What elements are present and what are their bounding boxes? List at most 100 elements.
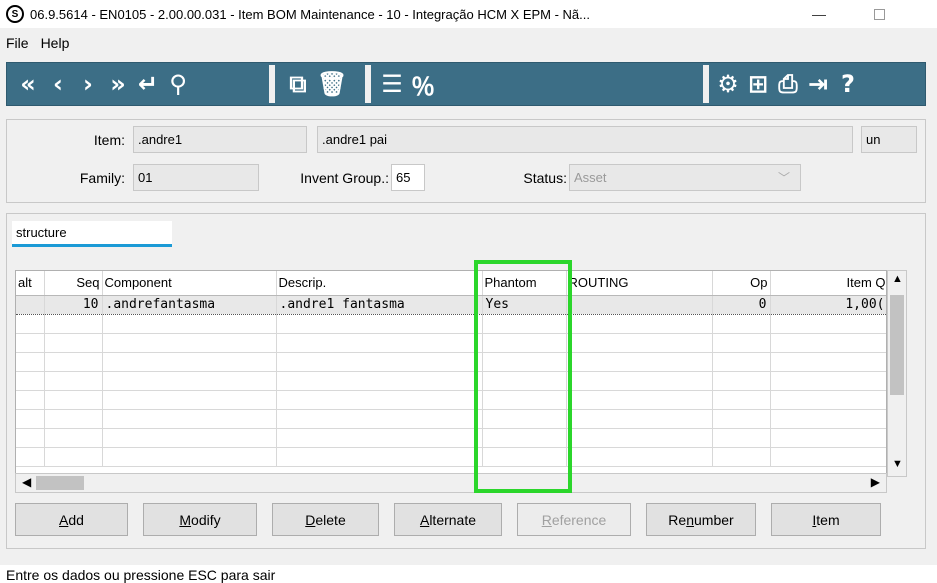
table-cell[interactable] (712, 352, 771, 372)
table-cell[interactable] (276, 314, 483, 334)
scroll-right-icon[interactable]: ▶ (871, 475, 880, 489)
col-header-op[interactable]: Op (712, 271, 771, 296)
col-header-routing[interactable]: ROUTING (566, 271, 713, 296)
table-cell[interactable] (276, 352, 483, 372)
horizontal-scrollbar[interactable]: ◀ ▶ (15, 473, 887, 493)
col-header-phantom[interactable]: Phantom (482, 271, 567, 296)
copy-icon[interactable]: ⧉ (283, 67, 313, 101)
table-cell[interactable] (482, 390, 567, 410)
cell-op[interactable]: 0 (712, 294, 771, 315)
table-cell[interactable] (566, 352, 713, 372)
maximize-button[interactable] (856, 0, 902, 28)
table-cell[interactable] (44, 390, 103, 410)
table-cell[interactable] (102, 352, 277, 372)
settings-sliders-icon[interactable]: ⚙ (713, 67, 743, 101)
col-header-alt[interactable]: alt (16, 271, 45, 296)
scroll-thumb[interactable] (890, 295, 904, 395)
table-row[interactable] (16, 428, 886, 448)
table-cell[interactable] (770, 333, 886, 353)
table-cell[interactable] (16, 314, 45, 334)
table-cell[interactable] (566, 314, 713, 334)
cell-phantom[interactable]: Yes (482, 294, 567, 315)
table-cell[interactable] (276, 447, 483, 467)
unit-field[interactable]: un (861, 126, 917, 153)
table-cell[interactable] (276, 409, 483, 429)
table-cell[interactable] (712, 371, 771, 391)
table-cell[interactable] (102, 371, 277, 391)
table-cell[interactable] (102, 314, 277, 334)
table-cell[interactable] (44, 428, 103, 448)
table-cell[interactable] (44, 352, 103, 372)
col-header-descrip[interactable]: Descrip. (276, 271, 483, 296)
table-cell[interactable] (712, 428, 771, 448)
next-record-icon[interactable]: › (73, 67, 103, 101)
scroll-left-icon[interactable]: ◀ (22, 475, 31, 489)
table-cell[interactable] (102, 333, 277, 353)
table-cell[interactable] (16, 447, 45, 467)
cell-alt[interactable] (16, 294, 45, 315)
table-cell[interactable] (566, 447, 713, 467)
table-row[interactable] (16, 333, 886, 353)
cell-item-qty[interactable]: 1,00( (770, 294, 886, 315)
table-cell[interactable] (770, 447, 886, 467)
reference-button[interactable]: Reference (517, 503, 631, 536)
family-field[interactable]: 01 (133, 164, 259, 191)
table-cell[interactable] (482, 447, 567, 467)
tree-structure-icon[interactable]: ⊞ (743, 67, 773, 101)
tab-structure[interactable]: structure (12, 221, 172, 247)
table-cell[interactable] (102, 390, 277, 410)
table-cell[interactable] (770, 371, 886, 391)
table-cell[interactable] (16, 390, 45, 410)
table-cell[interactable] (482, 314, 567, 334)
invent-group-field[interactable]: 65 (391, 164, 425, 191)
renumber-button[interactable]: Re n umber (646, 503, 756, 536)
table-cell[interactable] (566, 409, 713, 429)
modify-button[interactable]: Modify (143, 503, 257, 536)
table-cell[interactable] (16, 333, 45, 353)
table-cell[interactable] (44, 314, 103, 334)
delete-button[interactable]: Delete (272, 503, 379, 536)
table-cell[interactable] (44, 333, 103, 353)
table-row[interactable] (16, 314, 886, 334)
table-cell[interactable] (566, 371, 713, 391)
exit-icon[interactable]: ⇥ (803, 67, 833, 101)
table-row[interactable]: 10 .andrefantasma .andre1 fantasma Yes 0… (16, 294, 886, 315)
item-description-field[interactable]: .andre1 pai (317, 126, 853, 153)
goto-icon[interactable]: ↵ (133, 67, 163, 101)
table-row[interactable] (16, 447, 886, 467)
table-cell[interactable] (712, 409, 771, 429)
table-cell[interactable] (770, 409, 886, 429)
table-cell[interactable] (276, 390, 483, 410)
status-dropdown[interactable]: Asset ﹀ (569, 164, 801, 191)
table-row[interactable] (16, 352, 886, 372)
first-record-icon[interactable]: « (13, 67, 43, 101)
table-cell[interactable] (276, 428, 483, 448)
table-cell[interactable] (44, 371, 103, 391)
table-cell[interactable] (16, 428, 45, 448)
print-icon[interactable]: ⎙ (773, 67, 803, 101)
scroll-thumb-horizontal[interactable] (36, 476, 84, 490)
table-cell[interactable] (44, 447, 103, 467)
add-button[interactable]: Add (15, 503, 128, 536)
table-cell[interactable] (770, 314, 886, 334)
cell-component[interactable]: .andrefantasma (102, 294, 277, 315)
table-cell[interactable] (712, 314, 771, 334)
table-cell[interactable] (712, 447, 771, 467)
item-code-field[interactable]: .andre1 (133, 126, 307, 153)
table-cell[interactable] (276, 333, 483, 353)
item-button[interactable]: Item (771, 503, 881, 536)
table-cell[interactable] (712, 333, 771, 353)
table-cell[interactable] (102, 447, 277, 467)
table-cell[interactable] (482, 352, 567, 372)
help-icon[interactable]: ? (833, 67, 863, 101)
col-header-seq[interactable]: Seq (44, 271, 103, 296)
table-cell[interactable] (44, 409, 103, 429)
alternate-button[interactable]: Alternate (394, 503, 502, 536)
menu-file[interactable]: File (0, 35, 35, 51)
table-cell[interactable] (566, 390, 713, 410)
table-cell[interactable] (566, 428, 713, 448)
structure-grid[interactable]: alt Seq Component Descrip. Phantom ROUTI… (15, 270, 887, 477)
cell-descrip[interactable]: .andre1 fantasma (276, 294, 483, 315)
delete-icon[interactable]: 🗑 (313, 67, 351, 101)
scroll-down-icon[interactable]: ▼ (892, 458, 903, 470)
